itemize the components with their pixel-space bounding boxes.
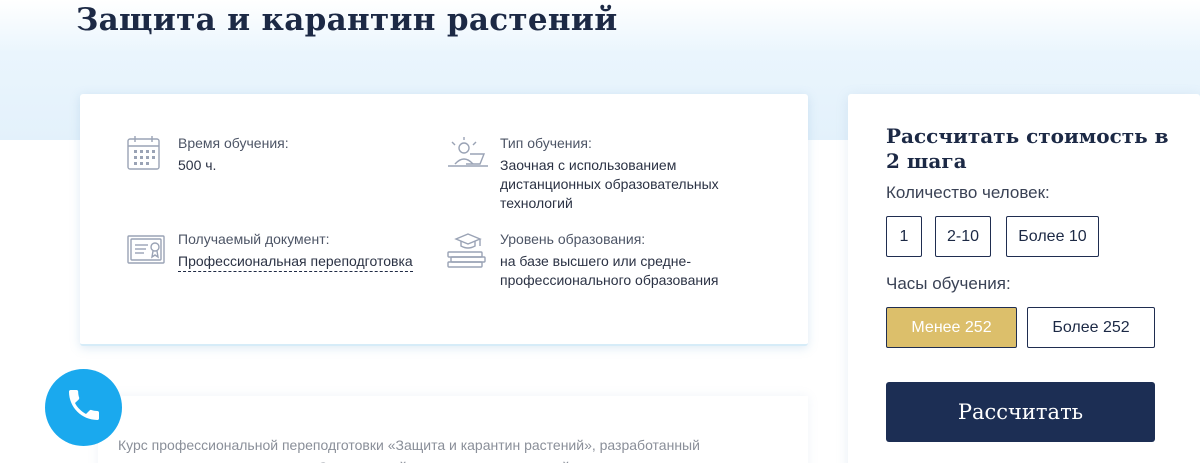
course-info-card: Время обучения: 500 ч. Тип обучения: Зао… <box>80 94 808 346</box>
info-duration-text: Время обучения: 500 ч. <box>178 134 438 175</box>
calendar-icon <box>126 134 166 179</box>
people-option-1[interactable]: 1 <box>886 216 922 257</box>
calculate-button[interactable]: Рассчитать <box>886 382 1155 442</box>
info-education-level-text: Уровень образования: на базе высшего или… <box>500 230 740 290</box>
price-calculator: Рассчитать стоимость в 2 шага Количество… <box>848 94 1200 463</box>
graduation-books-icon <box>444 230 490 275</box>
page-title: Защита и карантин растений <box>76 2 618 38</box>
phone-icon <box>64 385 104 430</box>
calculator-title: Рассчитать стоимость в 2 шага <box>886 124 1169 173</box>
info-study-type-text: Тип обучения: Заочная с использованием д… <box>500 134 740 213</box>
info-document-link[interactable]: Профессиональная переподготовка <box>178 252 413 272</box>
info-education-level-label: Уровень образования: <box>500 231 646 247</box>
info-study-type-label: Тип обучения: <box>500 135 592 151</box>
info-document-label: Получаемый документ: <box>178 231 330 247</box>
hours-option-more-252[interactable]: Более 252 <box>1027 307 1155 348</box>
info-duration-label: Время обучения: <box>178 135 289 151</box>
info-document-text: Получаемый документ: Профессиональная пе… <box>178 230 438 272</box>
people-count-label: Количество человек: <box>886 183 1050 202</box>
student-laptop-icon <box>444 134 490 179</box>
call-button[interactable] <box>45 369 122 446</box>
study-hours-label: Часы обучения: <box>886 274 1011 293</box>
info-study-type-value: Заочная с использованием дистанционных о… <box>500 157 719 211</box>
certificate-icon <box>126 230 168 275</box>
people-option-more-10[interactable]: Более 10 <box>1006 216 1099 257</box>
people-option-2-10[interactable]: 2-10 <box>935 216 991 257</box>
course-description: Курс профессиональной переподготовки «За… <box>118 437 763 463</box>
hours-option-less-252[interactable]: Менее 252 <box>886 307 1017 348</box>
info-duration-value: 500 ч. <box>178 157 217 173</box>
info-education-level-value: на базе высшего или средне-профессиональ… <box>500 253 719 288</box>
course-description-card: Курс профессиональной переподготовки «За… <box>98 396 808 463</box>
